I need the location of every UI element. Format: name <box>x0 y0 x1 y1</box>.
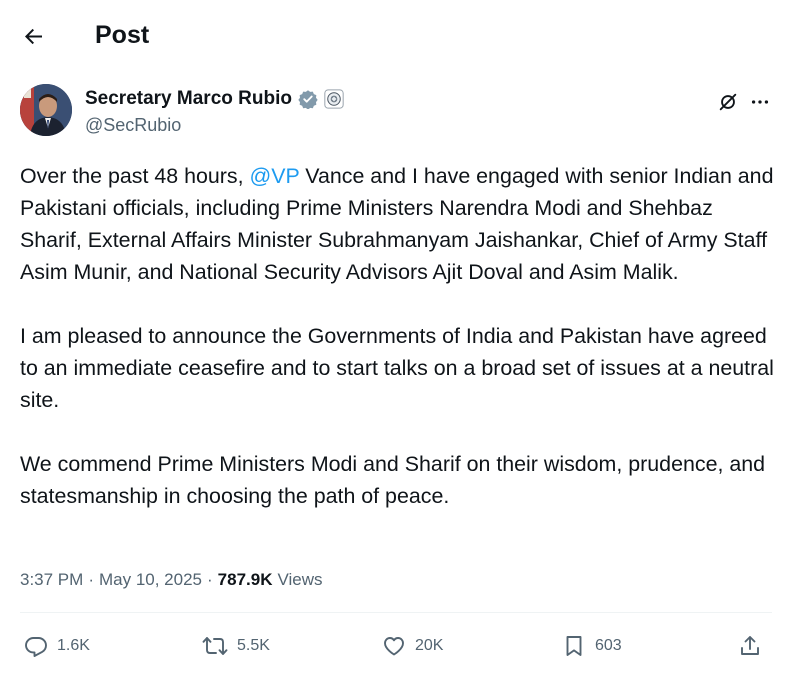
display-name-row: Secretary Marco Rubio <box>85 87 344 111</box>
post-author: Secretary Marco Rubio @SecRubio <box>20 84 780 140</box>
grok-button[interactable] <box>716 90 740 114</box>
grok-icon <box>719 93 737 111</box>
more-horizontal-icon <box>751 100 769 104</box>
government-seal-icon <box>324 89 344 109</box>
more-options-button[interactable] <box>748 90 772 114</box>
top-bar: Post <box>0 0 800 70</box>
bookmark-button[interactable]: 603 <box>562 634 622 658</box>
reply-icon <box>25 637 47 657</box>
views-label[interactable]: Views <box>278 568 323 592</box>
repost-button[interactable]: 5.5K <box>202 634 270 658</box>
verified-badge-icon <box>298 90 318 109</box>
mention-link[interactable]: @VP <box>249 164 299 188</box>
post-date[interactable]: May 10, 2025 <box>99 568 202 592</box>
like-button[interactable]: 20K <box>382 634 443 658</box>
share-button[interactable] <box>738 634 771 658</box>
meta-separator: · <box>88 570 94 589</box>
views-count[interactable]: 787.9K <box>218 568 273 592</box>
post-text: Over the past 48 hours, @VP Vance and I … <box>20 160 780 544</box>
post-paragraph-1: Over the past 48 hours, @VP Vance and I … <box>20 160 780 288</box>
avatar-image <box>20 84 72 136</box>
post-paragraph-2: I am pleased to announce the Governments… <box>20 324 774 412</box>
post-paragraph-3: We commend Prime Ministers Modi and Shar… <box>20 452 766 508</box>
page-title: Post <box>95 21 150 49</box>
meta-separator: · <box>207 570 213 589</box>
repost-icon <box>202 637 228 655</box>
like-count: 20K <box>415 637 444 654</box>
display-name[interactable]: Secretary Marco Rubio <box>85 87 292 111</box>
post-meta: 3:37 PM · May 10, 2025 · 787.9K Views <box>20 568 323 592</box>
action-bar: 1.6K 5.5K 20K 603 <box>20 628 780 668</box>
author-handle[interactable]: @SecRubio <box>85 114 181 136</box>
reply-count: 1.6K <box>57 637 90 654</box>
avatar[interactable] <box>20 84 72 136</box>
repost-count: 5.5K <box>237 637 270 654</box>
post-text-segment: Over the past 48 hours, <box>20 164 250 188</box>
back-button[interactable] <box>16 18 52 54</box>
bookmark-count: 603 <box>595 637 622 654</box>
divider <box>20 612 772 613</box>
heart-icon <box>384 637 404 656</box>
bookmark-icon <box>566 636 582 656</box>
reply-button[interactable]: 1.6K <box>24 634 90 658</box>
post-time[interactable]: 3:37 PM <box>20 568 83 592</box>
arrow-left-icon <box>25 28 42 45</box>
share-icon <box>741 636 759 655</box>
